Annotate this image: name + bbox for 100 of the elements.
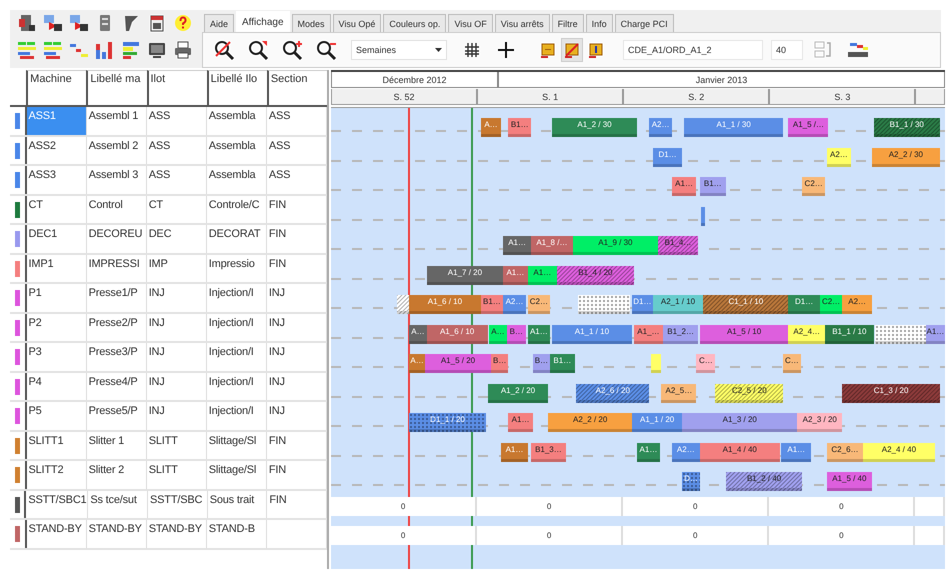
task-bar[interactable]: A… [409, 324, 427, 344]
document-arrow-icon[interactable] [16, 12, 38, 34]
column-header[interactable]: Libellé ma [86, 70, 146, 105]
tab[interactable]: Visu arrêts [494, 14, 550, 32]
table-cell[interactable]: P2 [26, 314, 87, 341]
table-cell[interactable]: SLITT1 [26, 432, 87, 459]
task-bar[interactable]: A1_8 /… [531, 236, 573, 255]
table-cell[interactable]: P3 [26, 343, 87, 370]
task-bar[interactable]: B1… [550, 354, 574, 373]
table-cell[interactable]: SLITT2 [26, 461, 87, 488]
task-bar[interactable]: C2… [528, 295, 550, 314]
task-bar[interactable]: B1_1 / 30 [874, 118, 940, 137]
task-bar[interactable]: C2_6… [826, 442, 864, 462]
task-bar[interactable]: A1_5 / 20 [424, 354, 492, 373]
task-bar[interactable]: B1_1 / 10 [824, 324, 874, 344]
task-bar[interactable]: D1… [788, 295, 820, 314]
task-bar[interactable]: A1_5 / 40 [826, 472, 872, 491]
task-bar[interactable]: A1… [528, 324, 550, 344]
scale-dropdown[interactable]: Semaines [351, 40, 447, 60]
task-bar[interactable]: A1… [672, 177, 696, 196]
task-bar[interactable]: B1… [508, 118, 532, 137]
task-bar[interactable]: A2… [842, 295, 872, 314]
task-bar[interactable] [701, 206, 705, 226]
table-cell[interactable]: ASS2 [26, 136, 87, 164]
task-bar[interactable]: A1_9 / 30 [572, 236, 658, 255]
tab[interactable]: Visu Opé [332, 14, 382, 32]
task-bar[interactable]: A1_5 / 10 [700, 324, 788, 344]
task-bar[interactable]: A2_4 / 40 [863, 442, 935, 462]
table-arrow-icon[interactable] [68, 12, 90, 34]
task-bar[interactable]: A2_2 / 30 [872, 148, 940, 166]
task-bar[interactable]: B1_2 / 40 [726, 472, 802, 491]
column-header[interactable]: Ilot [146, 70, 207, 105]
task-bar[interactable]: A… [489, 324, 507, 344]
tab[interactable]: Filtre [552, 14, 584, 32]
tab[interactable]: Charge PCI [614, 14, 674, 32]
column-header[interactable]: Libellé Ilo [206, 70, 267, 105]
task-bar[interactable]: B… [491, 354, 508, 373]
task-bar[interactable]: A2_2 / 20 [548, 413, 632, 432]
task-bar[interactable]: B1_4 / 20 [557, 266, 634, 284]
table-cell[interactable]: IMP1 [26, 254, 87, 282]
table-cell[interactable]: CT [26, 196, 87, 223]
tab[interactable]: Couleurs op. [383, 14, 446, 32]
task-bar[interactable]: A2_5… [661, 384, 696, 402]
task-bar[interactable]: A1_6 / 10 [426, 324, 488, 344]
task-bar[interactable]: C1_1 / 10 [703, 295, 788, 314]
tab[interactable]: Visu OF [448, 14, 493, 32]
table-cell[interactable]: STAND-BY [26, 520, 87, 548]
column-header[interactable]: Section [266, 70, 328, 105]
table-cell[interactable]: ASS3 [26, 166, 87, 194]
task-bar[interactable]: B… [532, 354, 550, 373]
task-bar[interactable]: B1_4… [658, 236, 698, 255]
tab[interactable]: Affichage [236, 11, 290, 32]
task-bar[interactable]: A1… [508, 413, 533, 432]
task-bar[interactable]: C2… [820, 295, 842, 314]
task-bar[interactable]: A1_3 / 20 [682, 413, 798, 432]
table-cell[interactable]: SSTT/SBC1 [26, 490, 88, 518]
table-cell[interactable]: P5 [26, 402, 87, 430]
task-bar[interactable]: A1_… [634, 324, 664, 344]
task-bar[interactable]: A1_2 / 30 [552, 118, 638, 137]
task-bar[interactable]: A1… [637, 442, 660, 462]
task-bar[interactable]: A1_7 / 20 [426, 266, 504, 284]
task-bar[interactable]: A1… [503, 236, 532, 255]
task-bar[interactable]: A1_2 / 20 [488, 384, 548, 402]
task-bar[interactable]: A2_3 / 20 [797, 413, 842, 432]
table-cell[interactable]: P4 [26, 372, 87, 400]
help-icon[interactable] [172, 12, 194, 34]
tab[interactable]: Aide [204, 14, 234, 32]
task-bar[interactable]: C… [696, 354, 716, 373]
task-bar[interactable]: A1_5 /… [788, 118, 828, 137]
task-bar[interactable]: B1… [480, 295, 504, 314]
task-bar[interactable]: B1_2… [663, 324, 698, 344]
task-bar[interactable]: A1… [926, 324, 945, 344]
task-bar[interactable]: A2_1 / 10 [652, 295, 704, 314]
task-bar[interactable]: B1… [700, 177, 726, 196]
printer-icon[interactable] [172, 39, 194, 61]
table-cell[interactable]: DEC1 [26, 225, 87, 252]
gantt-bars-icon[interactable] [42, 39, 64, 61]
task-bar[interactable] [875, 324, 926, 344]
task-bar[interactable]: C2_5 / 20 [715, 384, 784, 402]
stacked-bars-icon[interactable] [120, 39, 142, 61]
column-header[interactable]: Machine [26, 70, 86, 105]
order-field[interactable]: CDE_A1/ORD_A1_2 [623, 40, 763, 60]
note-icon[interactable] [561, 38, 583, 62]
gantt-bars-icon[interactable] [16, 39, 38, 61]
task-bar[interactable] [578, 295, 630, 314]
table-cell[interactable]: P1 [26, 284, 87, 312]
task-bar[interactable]: A2_4… [788, 324, 825, 344]
task-bar[interactable]: A2… [826, 148, 852, 166]
task-bar[interactable] [397, 295, 410, 314]
task-bar[interactable]: A1… [528, 266, 558, 284]
task-bar[interactable]: C2… [802, 177, 825, 196]
task-bar[interactable]: C1_3 / 20 [842, 384, 940, 402]
quantity-field[interactable]: 40 [771, 40, 803, 60]
task-bar[interactable]: C… [783, 354, 801, 373]
task-bar[interactable]: A1_4 / 40 [700, 442, 780, 462]
task-bar[interactable]: B… [506, 324, 526, 344]
task-bar[interactable]: B1_3… [531, 442, 566, 462]
tab[interactable]: Modes [292, 14, 331, 32]
task-bar[interactable]: A1… [503, 266, 528, 284]
table-arrow-icon[interactable] [42, 12, 64, 34]
